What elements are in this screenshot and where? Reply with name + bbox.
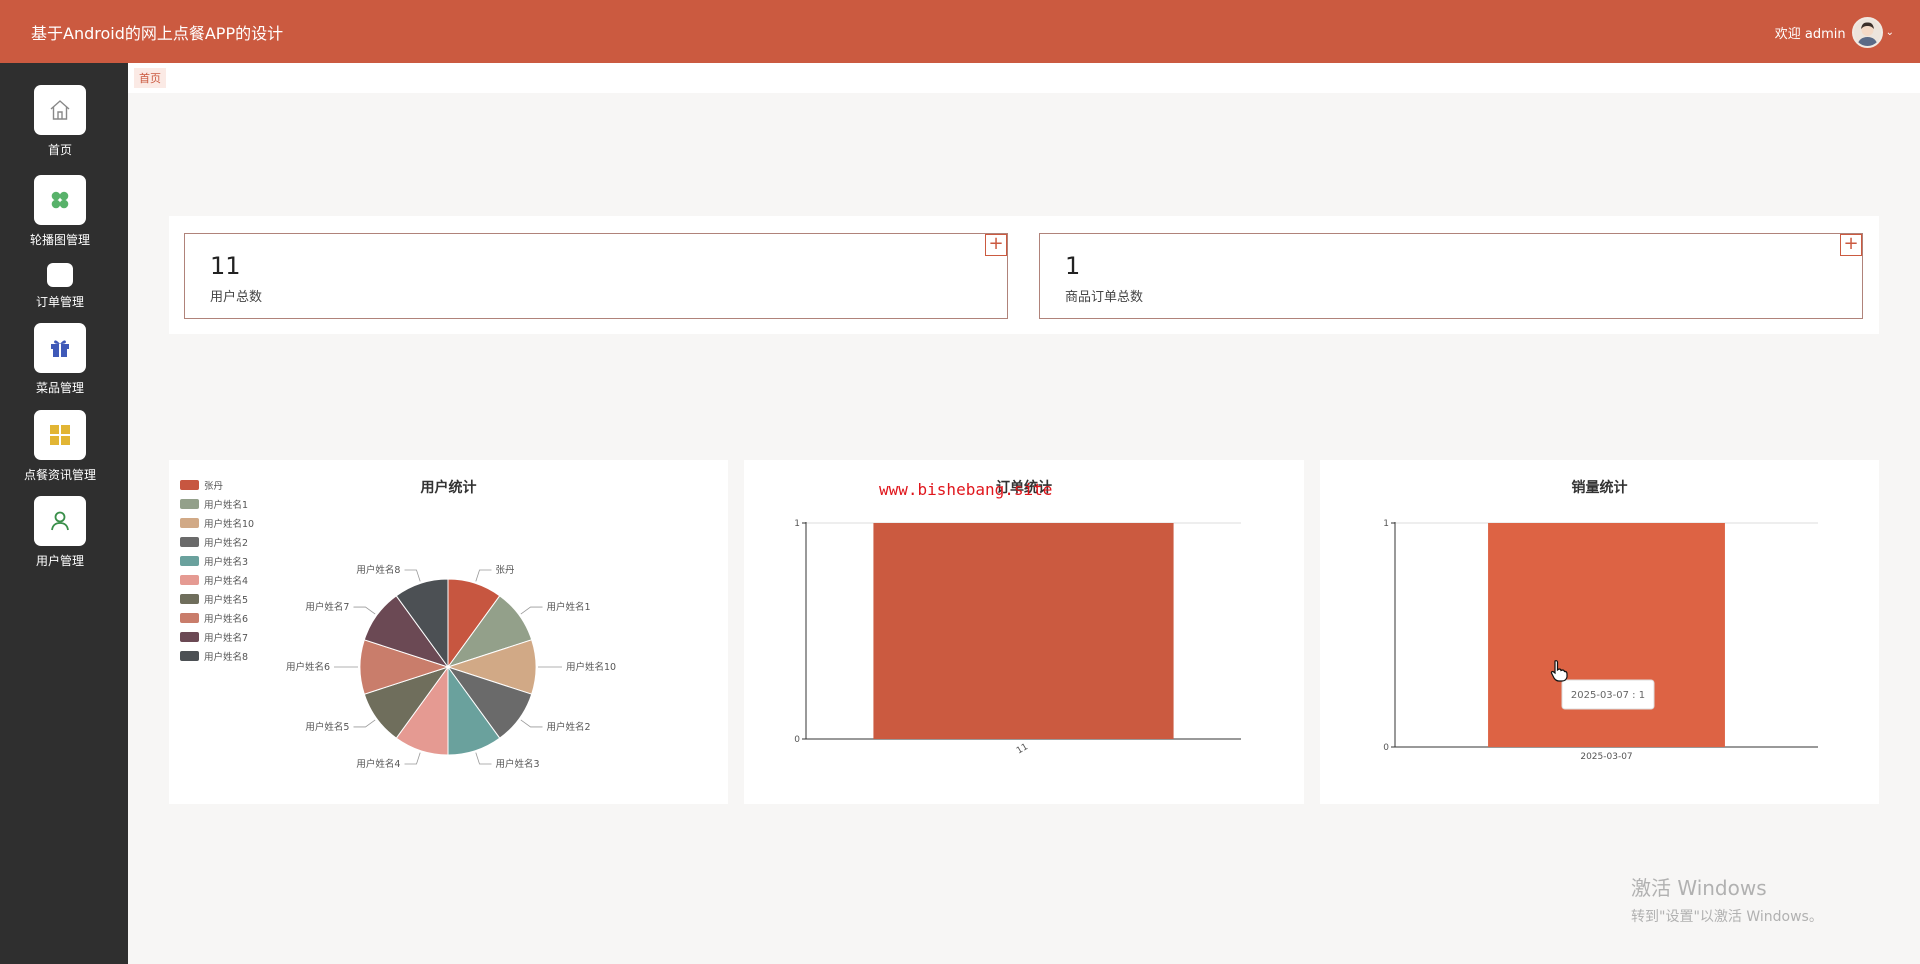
grid-icon [34, 410, 86, 460]
pie-label-line [475, 752, 492, 765]
app-title: 基于Android的网上点餐APP的设计 [31, 24, 284, 43]
stat-card-users: 11 用户总数 + [184, 233, 1008, 319]
breadcrumb-home[interactable]: 首页 [134, 68, 166, 88]
legend-label[interactable]: 用户姓名5 [204, 594, 248, 606]
legend-swatch[interactable] [180, 632, 199, 642]
order-stats-chart: 0 1 11 订单统计 [744, 460, 1304, 804]
pie-chart: 张丹用户姓名1用户姓名10用户姓名2用户姓名3用户姓名4用户姓名5用户姓名6用户… [180, 480, 616, 770]
pie-label: 用户姓名1 [547, 601, 591, 613]
user-menu[interactable]: 欢迎 admin ⌄ [1775, 15, 1894, 49]
legend-swatch[interactable] [180, 537, 199, 547]
y-tick-label: 1 [794, 519, 800, 529]
legend-swatch[interactable] [180, 613, 199, 623]
chart-title: 销量统计 [1571, 480, 1628, 496]
home-icon [34, 85, 86, 135]
legend-label[interactable]: 用户姓名4 [204, 575, 248, 587]
pie-label-line [475, 569, 492, 582]
legend-swatch[interactable] [180, 556, 199, 566]
pie-label: 用户姓名7 [305, 601, 349, 613]
stats-panel: 11 用户总数 + 1 商品订单总数 + [169, 216, 1879, 334]
top-bar: 基于Android的网上点餐APP的设计 欢迎 admin ⌄ [0, 0, 1920, 63]
pie-label-line [353, 719, 376, 728]
legend-label[interactable]: 用户姓名8 [204, 651, 248, 663]
sidebar-item-label: 用户管理 [35, 554, 84, 568]
pie-label: 用户姓名4 [356, 758, 400, 770]
legend-label[interactable]: 用户姓名7 [204, 632, 248, 644]
watermark-line: 激活 Windows [1631, 876, 1767, 900]
sidebar-item-label: 订单管理 [35, 295, 84, 309]
sidebar-item-news[interactable]: 点餐资讯管理 [0, 410, 120, 483]
pie-label: 张丹 [496, 565, 515, 576]
welcome-text: 欢迎 admin [1774, 26, 1846, 42]
pie-label: 用户姓名3 [496, 758, 540, 770]
watermark-line: 转到"设置"以激活 Windows。 [1631, 909, 1823, 925]
sidebar-item-users[interactable]: 用户管理 [0, 496, 120, 569]
windows-activation-watermark: 激活 Windows 转到"设置"以激活 Windows。 [1631, 872, 1823, 926]
legend-label[interactable]: 用户姓名2 [204, 537, 248, 549]
y-tick-label: 0 [1383, 743, 1389, 753]
bar[interactable] [1488, 523, 1725, 747]
legend-swatch[interactable] [180, 518, 199, 528]
bar-chart: 0111 [794, 519, 1241, 756]
sidebar-item-orders[interactable]: 订单管理 [0, 263, 120, 310]
legend-swatch[interactable] [180, 594, 199, 604]
sidebar-item-label: 首页 [47, 143, 72, 157]
chevron-down-icon[interactable]: ⌄ [1886, 27, 1894, 38]
pie-label-line [404, 569, 421, 582]
avatar[interactable] [1851, 16, 1883, 48]
x-tick-label: 2025-03-07 [1580, 752, 1632, 762]
pie-label: 用户姓名6 [286, 661, 330, 673]
pie-label-line [520, 719, 543, 728]
y-tick-label: 1 [1383, 519, 1389, 529]
breadcrumb: 首页 [128, 63, 1920, 93]
gift-icon [34, 323, 86, 373]
plus-button[interactable]: + [985, 234, 1007, 256]
legend-swatch[interactable] [180, 651, 199, 661]
legend-label[interactable]: 用户姓名10 [204, 518, 254, 530]
sales-stats-chart: 0 1 2025-03-07 2025-03-07 : 1 销量统计 [1320, 460, 1879, 804]
stat-value: 1 [1065, 252, 1081, 280]
sidebar: 首页 轮播图管理 订单管理 菜品管理 点餐资讯管理 用户管理 [0, 63, 128, 964]
user-icon [34, 496, 86, 546]
clover-icon [34, 175, 86, 225]
pie-label-line [404, 752, 421, 765]
pie-label: 用户姓名8 [356, 564, 400, 576]
bar-chart: 0 1 2025-03-07 2025-03-07 : 1 [1383, 519, 1818, 762]
stat-card-orders: 1 商品订单总数 + [1039, 233, 1863, 319]
bar[interactable] [873, 523, 1174, 739]
sidebar-item-home[interactable]: 首页 [0, 85, 120, 158]
sidebar-item-label: 点餐资讯管理 [23, 468, 96, 482]
x-tick-label: 11 [1015, 742, 1030, 756]
stat-label: 商品订单总数 [1065, 290, 1144, 305]
sidebar-item-banner[interactable]: 轮播图管理 [0, 175, 120, 248]
hand-cursor-icon [1550, 660, 1568, 682]
pie-label-line [520, 606, 543, 615]
chart-title: 用户统计 [420, 480, 477, 496]
legend-swatch[interactable] [180, 499, 199, 509]
pie-label: 用户姓名10 [566, 661, 616, 673]
sidebar-item-label: 菜品管理 [35, 381, 84, 395]
plus-button[interactable]: + [1840, 234, 1862, 256]
blank-icon [47, 263, 73, 287]
stat-label: 用户总数 [210, 290, 263, 305]
tooltip-text: 2025-03-07 : 1 [1571, 690, 1645, 701]
y-tick-label: 0 [794, 735, 800, 745]
stat-value: 11 [210, 252, 241, 280]
sidebar-item-label: 轮播图管理 [29, 233, 90, 247]
legend-label[interactable]: 用户姓名3 [204, 556, 248, 568]
sidebar-item-dishes[interactable]: 菜品管理 [0, 323, 120, 396]
legend-label[interactable]: 用户姓名1 [204, 499, 248, 511]
tooltip: 2025-03-07 : 1 [1561, 679, 1655, 710]
site-watermark: www.bishebang.site [879, 480, 1053, 499]
user-stats-chart: 张丹 用户姓名1 用户姓名10 用户姓名2 用户姓名3 用户姓名4 用户姓名5 用户姓名6 用户… [169, 460, 728, 804]
legend-label[interactable]: 用户姓名6 [204, 613, 248, 625]
pie-label: 用户姓名5 [305, 721, 349, 733]
legend-swatch[interactable] [180, 575, 199, 585]
pie-label-line [353, 606, 376, 615]
pie-label: 用户姓名2 [547, 721, 591, 733]
